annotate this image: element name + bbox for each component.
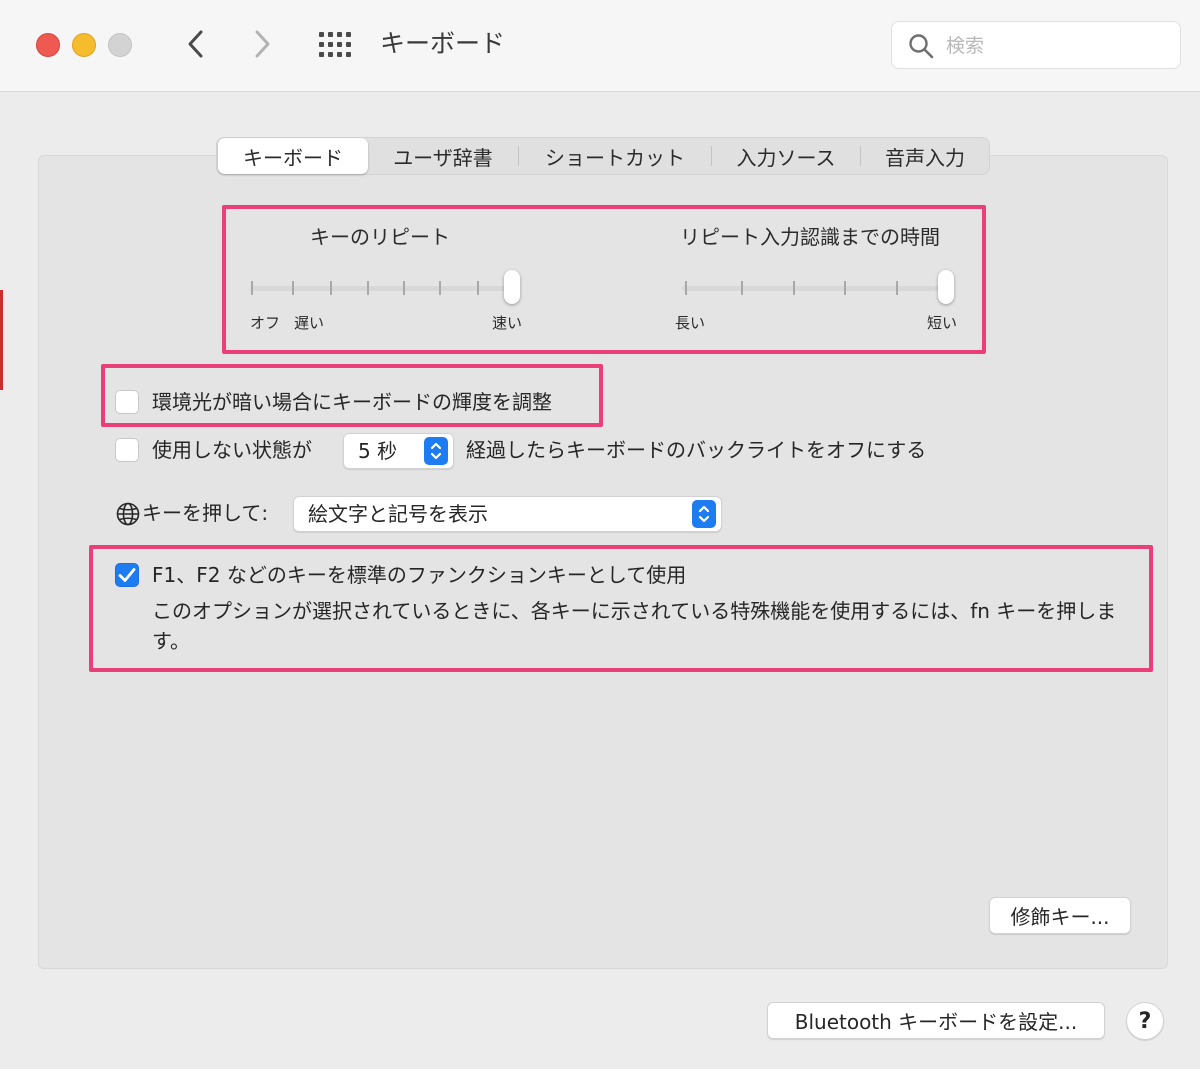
show-all-button[interactable] [316, 28, 356, 62]
chevron-right-icon [255, 30, 270, 58]
tab-input-sources[interactable]: 入力ソース [712, 138, 860, 174]
forward-button[interactable] [242, 22, 282, 66]
keyboard-preferences-window: キーボード キーボード ユーザ辞書 ショートカット 入力ソース 音声入力 キーの… [0, 0, 1200, 1069]
backlight-timeout-value: 5 秒 [358, 439, 398, 463]
search-input[interactable] [946, 30, 1166, 62]
highlight-frame-brightness [101, 364, 603, 427]
search-icon [909, 34, 934, 59]
window-title: キーボード [380, 29, 506, 58]
setup-bluetooth-keyboard-button[interactable]: Bluetooth キーボードを設定... [767, 1002, 1105, 1039]
minimize-button[interactable] [72, 33, 96, 57]
highlight-frame-sliders [222, 205, 986, 354]
tab-dictation[interactable]: 音声入力 [861, 138, 989, 174]
tab-keyboard[interactable]: キーボード [218, 138, 368, 174]
updown-arrows-icon [424, 437, 448, 465]
close-button[interactable] [36, 33, 60, 57]
modifier-keys-button[interactable]: 修飾キー... [989, 897, 1131, 934]
backlight-label-before: 使用しない状態が [152, 438, 312, 462]
backlight-timeout-popup[interactable]: 5 秒 [343, 433, 454, 469]
highlight-frame-fn-keys [89, 545, 1153, 672]
globe-key-popup[interactable]: 絵文字と記号を表示 [293, 496, 722, 532]
globe-key-value: 絵文字と記号を表示 [308, 502, 488, 526]
backlight-label-after: 経過したらキーボードのバックライトをオフにする [466, 438, 927, 462]
title-bar: キーボード [0, 0, 1200, 92]
tab-bar: キーボード ユーザ辞書 ショートカット 入力ソース 音声入力 [216, 137, 990, 175]
tab-shortcuts[interactable]: ショートカット [519, 138, 711, 174]
help-button[interactable]: ? [1126, 1002, 1164, 1040]
back-button[interactable] [176, 22, 216, 66]
updown-arrows-icon [692, 500, 716, 528]
grid-icon [319, 32, 351, 57]
tab-user-dictionary[interactable]: ユーザ辞書 [368, 138, 518, 174]
chevron-left-icon [188, 30, 203, 58]
globe-key-label: キーを押して: [142, 501, 269, 525]
zoom-button[interactable] [108, 33, 132, 57]
search-field[interactable] [891, 21, 1181, 69]
backlight-checkbox[interactable] [115, 438, 139, 462]
globe-icon [116, 502, 140, 526]
background-window-edge [0, 290, 3, 390]
